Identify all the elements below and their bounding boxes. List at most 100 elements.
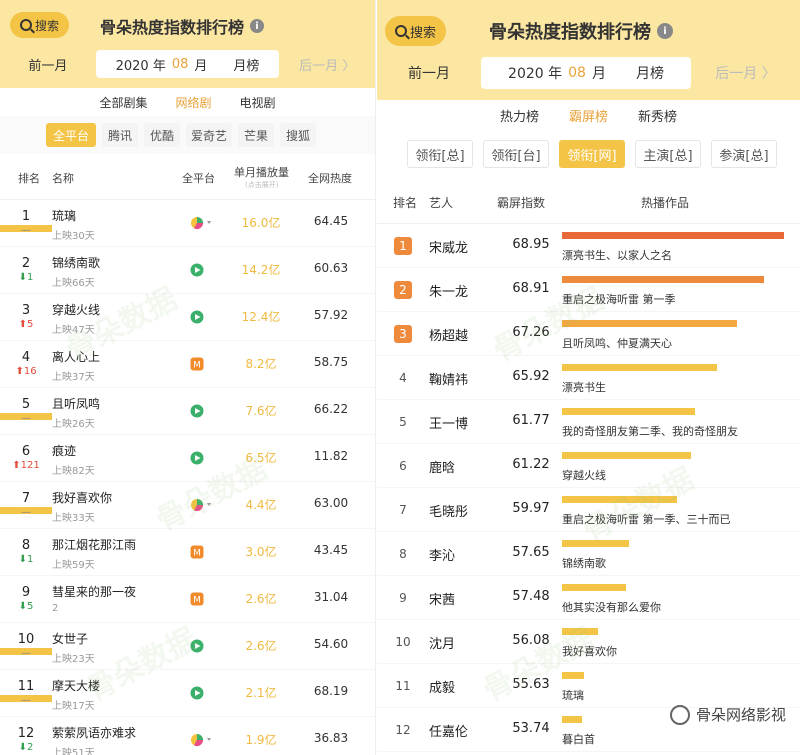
drama-row[interactable]: 1— 琉璃 上映30天 16.0亿 64.45	[0, 200, 375, 247]
header-heat: 全网热度	[308, 172, 352, 185]
artist-name[interactable]: 宋威龙	[429, 224, 501, 256]
artist-row[interactable]: 10 沈月 56.08 我好喜欢你	[377, 620, 800, 664]
prev-month-button[interactable]: 前一月	[0, 55, 96, 74]
search-button[interactable]: 搜索	[10, 12, 70, 38]
release-days: 上映30天	[52, 231, 95, 242]
screen-index: 67.26	[512, 325, 550, 340]
month-box[interactable]: 2020 年 08 月 月榜	[95, 50, 280, 78]
header-rank: 排名	[393, 196, 418, 210]
filter-supporting-total[interactable]: 参演[总]	[711, 140, 777, 168]
drama-row[interactable]: 10— 女世子 上映23天 2.6亿 54.60	[0, 623, 375, 670]
drama-row[interactable]: 9 ⬇5 彗星来的那一夜 2 M 2.6亿 31.04	[0, 576, 375, 623]
artist-name[interactable]: 杨超越	[429, 312, 501, 344]
monthly-plays: 7.6亿	[245, 404, 277, 418]
drama-title[interactable]: 彗星来的那一夜	[52, 583, 182, 600]
drama-row[interactable]: 8 ⬇1 那江烟花那江雨 上映59天 M 3.0亿 43.45	[0, 529, 375, 576]
index-bar	[562, 232, 784, 239]
drama-row[interactable]: 3 ⬆5 穿越火线 上映47天 12.4亿 57.92	[0, 294, 375, 341]
artist-row[interactable]: 2 朱一龙 68.91 重启之极海听雷 第一季	[377, 268, 800, 312]
next-month-button[interactable]: 后一月 〉	[279, 55, 375, 74]
tab-screen-list[interactable]: 霸屏榜	[569, 106, 608, 125]
artist-row[interactable]: 3 杨超越 67.26 且听凤鸣、仲夏满天心	[377, 312, 800, 356]
tab-web-series[interactable]: 网络剧	[175, 94, 211, 111]
tab-newcomer-list[interactable]: 新秀榜	[638, 106, 677, 125]
drama-title[interactable]: 痕迹	[52, 442, 182, 459]
screen-index: 53.74	[512, 721, 550, 736]
artist-name[interactable]: 鹿晗	[429, 444, 501, 476]
artist-row[interactable]: 9 宋茜 57.48 他其实没有那么爱你	[377, 576, 800, 620]
drama-row[interactable]: 2 ⬇1 锦绣南歌 上映66天 14.2亿 60.63	[0, 247, 375, 294]
drama-row[interactable]: 7— 我好喜欢你 上映33天 4.4亿 63.00	[0, 482, 375, 529]
screen-index: 57.48	[512, 589, 550, 604]
tab-tv-series[interactable]: 电视剧	[240, 94, 276, 111]
header-platform[interactable]: 全平台	[182, 170, 215, 186]
drama-title[interactable]: 且听凤鸣	[52, 395, 182, 412]
drama-title[interactable]: 萦萦夙语亦难求	[52, 724, 182, 741]
month-box[interactable]: 2020 年 08 月 月榜	[481, 57, 691, 89]
artist-name[interactable]: 任嘉伦	[429, 708, 501, 740]
header-works: 热播作品	[641, 196, 690, 210]
info-icon[interactable]: i	[250, 19, 265, 33]
drama-row[interactable]: 5— 且听凤鸣 上映26天 7.6亿 66.22	[0, 388, 375, 435]
year-value: 2020 年	[508, 66, 563, 82]
drama-title[interactable]: 琉璃	[52, 207, 182, 224]
chip-iqiyi[interactable]: 爱奇艺	[186, 123, 232, 147]
rank-up-icon: ⬆	[18, 319, 27, 330]
release-days: 2	[52, 603, 59, 614]
rank-change: ⬆121	[0, 460, 52, 471]
header-plays[interactable]: 单月播放量	[234, 164, 289, 180]
index-bar-track: 漂亮书生	[562, 364, 784, 395]
hit-works: 我的奇怪朋友第二季、我的奇怪朋友	[562, 425, 738, 438]
release-days: 上映17天	[52, 701, 95, 712]
drama-title[interactable]: 我好喜欢你	[52, 489, 182, 506]
drama-title[interactable]: 锦绣南歌	[52, 254, 182, 271]
rank-change: ⬇5	[0, 601, 52, 612]
index-bar-track: 我的奇怪朋友第二季、我的奇怪朋友	[562, 408, 784, 439]
search-button[interactable]: 搜索	[385, 16, 447, 46]
artist-name[interactable]: 毛晓彤	[429, 488, 501, 520]
tab-heat-list[interactable]: 热力榜	[500, 106, 539, 125]
artist-name[interactable]: 王一博	[429, 400, 501, 432]
tencent-icon	[190, 685, 204, 700]
artist-name[interactable]: 成毅	[429, 664, 501, 696]
drama-title[interactable]: 摩天大楼	[52, 677, 182, 694]
chip-youku[interactable]: 优酷	[144, 123, 180, 147]
drama-row[interactable]: 12 ⬇2 萦萦夙语亦难求 上映51天 1.9亿 36.83	[0, 717, 375, 755]
filter-main-total[interactable]: 主演[总]	[635, 140, 701, 168]
drama-title[interactable]: 穿越火线	[52, 301, 182, 318]
drama-row[interactable]: 11— 摩天大楼 上映17天 2.1亿 68.19	[0, 670, 375, 717]
filter-lead-tv[interactable]: 领衔[台]	[483, 140, 549, 168]
chip-all-platforms[interactable]: 全平台	[46, 123, 96, 147]
artist-name[interactable]: 宋茜	[429, 576, 501, 608]
next-month-button[interactable]: 后一月 〉	[691, 63, 800, 83]
artist-name[interactable]: 鞠婧祎	[429, 356, 501, 388]
tab-all-series[interactable]: 全部剧集	[99, 94, 147, 111]
artist-name[interactable]: 沈月	[429, 620, 501, 652]
drama-row[interactable]: 6 ⬆121 痕迹 上映82天 6.5亿 11.82	[0, 435, 375, 482]
info-icon[interactable]: i	[657, 23, 673, 39]
name-cell: 那江烟花那江雨 上映59天	[52, 529, 182, 571]
prev-month-button[interactable]: 前一月	[377, 63, 481, 83]
artist-row[interactable]: 6 鹿晗 61.22 穿越火线	[377, 444, 800, 488]
medal-rank-badge: 3	[394, 325, 412, 343]
artist-row[interactable]: 11 成毅 55.63 琉璃	[377, 664, 800, 708]
artist-name[interactable]: 李沁	[429, 532, 501, 564]
artist-row[interactable]: 1 宋威龙 68.95 漂亮书生、以家人之名	[377, 224, 800, 268]
chip-tencent[interactable]: 腾讯	[102, 123, 138, 147]
rank-change: ⬇1	[0, 554, 52, 565]
artist-row[interactable]: 4 鞠婧祎 65.92 漂亮书生	[377, 356, 800, 400]
chip-sohu[interactable]: 搜狐	[280, 123, 316, 147]
artist-row[interactable]: 7 毛晓彤 59.97 重启之极海听雷 第一季、三十而已	[377, 488, 800, 532]
chip-mango[interactable]: 芒果	[238, 123, 274, 147]
drama-title[interactable]: 那江烟花那江雨	[52, 536, 182, 553]
artist-name[interactable]: 朱一龙	[429, 268, 501, 300]
drama-title[interactable]: 离人心上	[52, 348, 182, 365]
filter-lead-web[interactable]: 领衔[网]	[559, 140, 625, 168]
drama-title[interactable]: 女世子	[52, 630, 182, 647]
monthly-plays: 3.0亿	[245, 545, 277, 559]
drama-row[interactable]: 4 ⬆16 离人心上 上映37天 M 8.2亿 58.75	[0, 341, 375, 388]
rank-down-icon: ⬇	[18, 601, 27, 612]
artist-row[interactable]: 5 王一博 61.77 我的奇怪朋友第二季、我的奇怪朋友	[377, 400, 800, 444]
filter-lead-total[interactable]: 领衔[总]	[407, 140, 473, 168]
artist-row[interactable]: 8 李沁 57.65 锦绣南歌	[377, 532, 800, 576]
